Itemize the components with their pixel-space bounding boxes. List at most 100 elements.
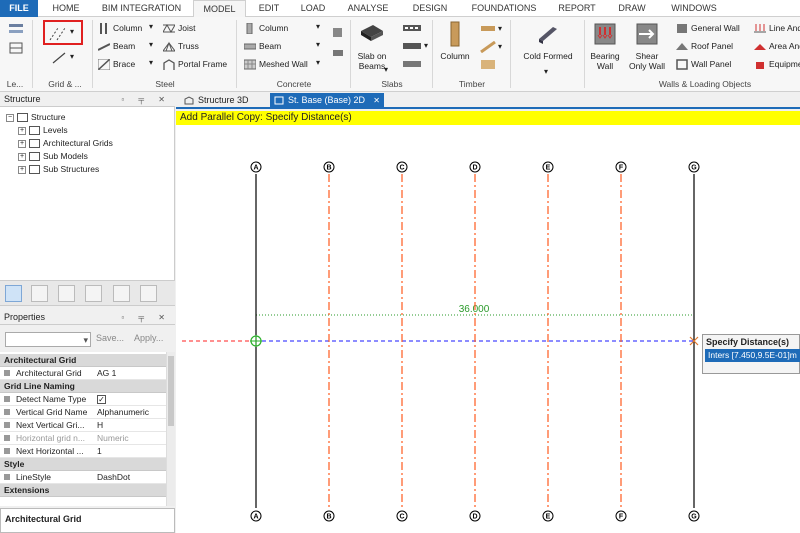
close-icon[interactable]: ✕ <box>373 93 380 108</box>
levels-icon[interactable] <box>8 22 26 36</box>
chevron-down-icon[interactable]: ▾ <box>149 40 153 49</box>
property-row[interactable]: Detect Name Type ✓ <box>0 393 166 406</box>
property-value[interactable]: Alphanumeric <box>97 406 149 419</box>
cold-formed-button[interactable]: Cold Formed <box>518 21 578 61</box>
portal-frame-button[interactable]: Portal Frame <box>163 57 227 71</box>
property-value[interactable]: H <box>97 419 103 432</box>
panel-controls[interactable]: ▫ ╤ ✕ <box>121 92 171 107</box>
tree-item-architectural-grids[interactable]: + Architectural Grids <box>18 137 113 149</box>
timber-brace-icon[interactable] <box>480 41 496 53</box>
slab-tool-icon[interactable] <box>402 41 422 51</box>
doc-tab-base-2d[interactable]: St. Base (Base) 2D ✕ <box>270 93 384 108</box>
tab-report[interactable]: REPORT <box>550 0 604 17</box>
property-row[interactable]: Next Horizontal ... 1 <box>0 445 166 458</box>
slab-tool-icon[interactable] <box>402 23 422 33</box>
concrete-tool-icon[interactable] <box>332 47 344 59</box>
slab-on-beams-button[interactable]: Slab on Beams <box>353 21 391 71</box>
slab-tool-icon[interactable] <box>402 59 422 69</box>
tab-analyse[interactable]: ANALYSE <box>338 0 398 17</box>
chevron-down-icon[interactable]: ▾ <box>70 52 74 61</box>
property-value[interactable]: DashDot <box>97 471 130 484</box>
expand-icon[interactable]: + <box>18 139 26 148</box>
doc-tab-structure-3d[interactable]: Structure 3D <box>180 93 266 108</box>
chevron-down-icon[interactable]: ▾ <box>424 41 428 50</box>
frame-tab-icon[interactable] <box>85 285 102 302</box>
expand-icon[interactable]: + <box>18 152 26 161</box>
tab-file[interactable]: FILE <box>0 0 38 17</box>
area-and-button[interactable]: Area And <box>754 39 800 53</box>
line-and-button[interactable]: Line And <box>754 21 800 35</box>
property-value[interactable]: Numeric <box>97 432 129 445</box>
chevron-down-icon[interactable]: ▾ <box>384 65 388 74</box>
timber-beam-icon[interactable] <box>480 23 496 35</box>
tree-item-sub-structures[interactable]: + Sub Structures <box>18 163 99 175</box>
line-grid-icon[interactable] <box>50 51 70 65</box>
tab-edit[interactable]: EDIT <box>250 0 288 17</box>
apply-button[interactable]: Apply... <box>134 333 163 343</box>
distance-input[interactable]: Inters [7.450,9.5E-01]m <box>705 349 800 362</box>
loads-tab-icon[interactable] <box>58 285 75 302</box>
level-view-icon[interactable] <box>8 41 26 55</box>
steel-beam-button[interactable]: Beam <box>98 39 135 53</box>
tab-bim-integration[interactable]: BIM INTEGRATION <box>94 0 189 17</box>
shear-only-wall-button[interactable]: Shear Only Wall <box>624 21 670 71</box>
save-button[interactable]: Save... <box>96 333 124 343</box>
chevron-down-icon[interactable]: ▾ <box>316 22 320 31</box>
wall-panel-button[interactable]: Wall Panel <box>676 57 731 71</box>
timber-column-button[interactable]: Column <box>437 21 473 61</box>
detect-name-type-checkbox[interactable]: ✓ <box>97 395 106 405</box>
lock-tab-icon[interactable] <box>113 285 130 302</box>
roof-panel-button[interactable]: Roof Panel <box>676 39 733 53</box>
chevron-down-icon[interactable]: ▾ <box>316 58 320 67</box>
globe-tab-icon[interactable] <box>31 285 48 302</box>
panel-controls[interactable]: ▫ ╤ ✕ <box>121 310 171 325</box>
chevron-down-icon[interactable]: ▾ <box>498 24 502 33</box>
chevron-down-icon[interactable]: ▾ <box>149 58 153 67</box>
category-grid-line-naming[interactable]: Grid Line Naming <box>0 380 166 393</box>
truss-button[interactable]: Truss <box>163 39 199 53</box>
chevron-down-icon[interactable]: ▾ <box>544 67 548 76</box>
steel-brace-button[interactable]: Brace <box>98 57 135 71</box>
tree-item-sub-models[interactable]: + Sub Models <box>18 150 88 162</box>
tab-model[interactable]: MODEL <box>193 0 246 18</box>
tab-design[interactable]: DESIGN <box>402 0 458 17</box>
scrollbar-thumb[interactable] <box>168 356 174 426</box>
timber-wall-icon[interactable] <box>480 59 496 71</box>
concrete-column-button[interactable]: Column <box>244 21 288 35</box>
chevron-down-icon[interactable]: ▾ <box>149 22 153 31</box>
general-wall-button[interactable]: General Wall <box>676 21 740 35</box>
grid-drawing[interactable]: 36.000 A B C D E F G A B C D E F G <box>176 125 800 533</box>
tab-foundations[interactable]: FOUNDATIONS <box>462 0 546 17</box>
property-set-combo[interactable] <box>5 332 91 347</box>
tab-load[interactable]: LOAD <box>292 0 334 17</box>
bearing-wall-button[interactable]: Bearing Wall <box>587 21 623 71</box>
drawing-canvas[interactable]: 36.000 A B C D E F G A B C D E F G <box>176 125 800 533</box>
property-row[interactable]: Vertical Grid Name Alphanumeric <box>0 406 166 419</box>
joist-button[interactable]: Joist <box>163 21 195 35</box>
section-tab-icon[interactable] <box>140 285 157 302</box>
property-value[interactable]: AG 1 <box>97 367 116 380</box>
expand-icon[interactable]: + <box>18 165 26 174</box>
concrete-tool-icon[interactable] <box>332 27 344 39</box>
category-extensions[interactable]: Extensions <box>0 484 166 497</box>
chevron-down-icon[interactable]: ▾ <box>316 40 320 49</box>
property-row[interactable]: Horizontal grid n... Numeric <box>0 432 166 445</box>
property-row[interactable]: LineStyle DashDot <box>0 471 166 484</box>
category-style[interactable]: Style <box>0 458 166 471</box>
tab-home[interactable]: HOME <box>42 0 90 17</box>
category-architectural-grid[interactable]: Architectural Grid <box>0 354 166 367</box>
steel-column-button[interactable]: Column <box>98 21 142 35</box>
collapse-icon[interactable]: − <box>6 113 14 122</box>
meshed-wall-button[interactable]: Meshed Wall <box>244 57 308 71</box>
structure-tab-icon[interactable] <box>5 285 22 302</box>
equipment-button[interactable]: Equipme <box>754 57 800 71</box>
concrete-beam-button[interactable]: Beam <box>244 39 281 53</box>
property-row[interactable]: Architectural Grid AG 1 <box>0 367 166 380</box>
expand-icon[interactable]: + <box>18 126 26 135</box>
properties-scrollbar[interactable] <box>166 352 175 506</box>
chevron-down-icon[interactable]: ▾ <box>498 42 502 51</box>
tree-item-levels[interactable]: + Levels <box>18 124 68 136</box>
property-row[interactable]: Next Vertical Gri... H <box>0 419 166 432</box>
property-value[interactable]: 1 <box>97 445 102 458</box>
tab-windows[interactable]: WINDOWS <box>660 0 728 17</box>
